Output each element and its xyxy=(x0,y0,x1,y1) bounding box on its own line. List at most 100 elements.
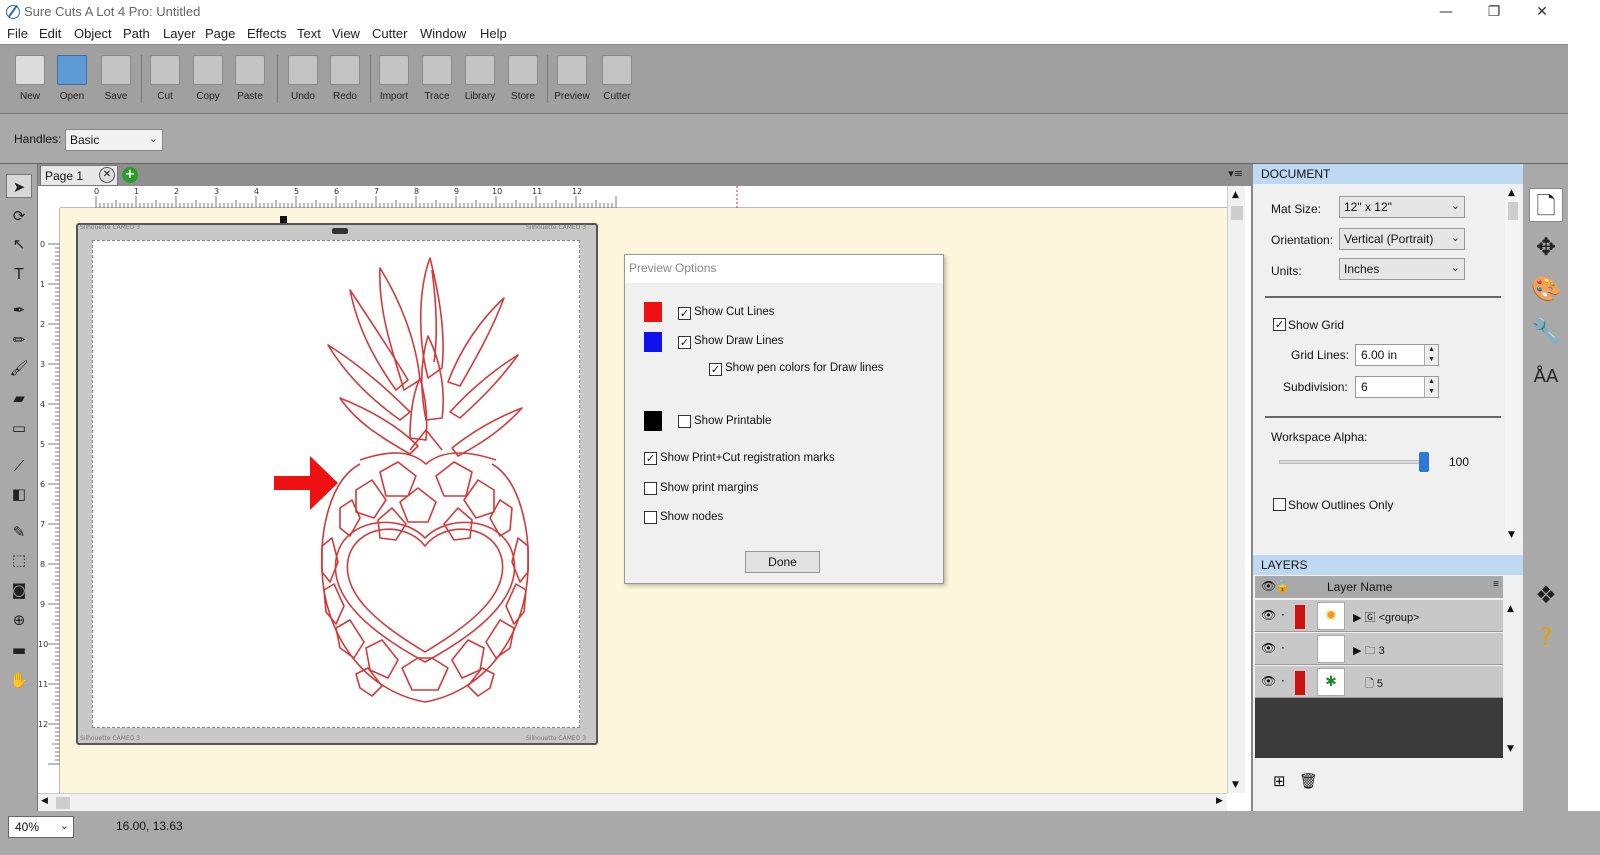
close-button[interactable]: ✕ xyxy=(1532,3,1552,21)
menu-edit[interactable]: Edit xyxy=(39,26,61,41)
vertical-scrollbar[interactable]: ▲ ▼ xyxy=(1227,186,1245,793)
pencil-tool-icon[interactable]: ✏ xyxy=(6,328,32,352)
scroll-thumb[interactable] xyxy=(1508,202,1518,220)
add-page-icon[interactable]: + xyxy=(122,167,138,183)
save-button[interactable]: Save xyxy=(95,51,137,109)
show-printable-checkbox[interactable] xyxy=(678,415,691,428)
eye-icon[interactable]: 👁 xyxy=(1261,641,1276,655)
layers-scroll-down-icon[interactable]: ▼ xyxy=(1507,744,1514,754)
subdivision-stepper[interactable]: ▲ ▼ xyxy=(1424,377,1438,397)
menu-effects[interactable]: Effects xyxy=(247,26,287,41)
copy-button[interactable]: Copy xyxy=(187,51,229,109)
eye-icon[interactable]: 👁 xyxy=(1261,608,1276,622)
document-panel-icon[interactable]: 🗋 xyxy=(1529,188,1563,222)
lock-toggle-icon[interactable]: · xyxy=(1281,641,1285,655)
show-print-margins-checkbox[interactable] xyxy=(644,482,657,495)
menu-path[interactable]: Path xyxy=(123,26,150,41)
mat-size-select[interactable]: 12" x 12" ⌄ xyxy=(1339,196,1465,218)
lock-toggle-icon[interactable]: · xyxy=(1281,608,1285,622)
node-select-icon[interactable]: ↖ xyxy=(6,232,32,256)
scroll-right-icon[interactable]: ▶ xyxy=(1216,796,1223,806)
add-layer-icon[interactable]: ⊞ xyxy=(1273,772,1286,790)
grid-lines-input[interactable]: 6.00 in ▲ ▼ xyxy=(1355,344,1439,366)
hand-tool-icon[interactable]: ✋ xyxy=(6,668,32,692)
cutter-button[interactable]: Cutter xyxy=(596,51,638,109)
horizontal-scrollbar[interactable]: ◀ ▶ xyxy=(38,793,1227,811)
move-panel-icon[interactable]: ✥ xyxy=(1529,230,1563,264)
layer-color-swatch[interactable] xyxy=(1295,671,1305,695)
wrench-panel-icon[interactable]: 🔧 xyxy=(1529,314,1563,348)
subdivision-input[interactable]: 6 ▲ ▼ xyxy=(1355,376,1439,398)
layers-panel-icon[interactable]: ❖ xyxy=(1529,578,1563,612)
scroll-up-icon[interactable]: ▲ xyxy=(1508,188,1515,198)
document-panel-scrollbar[interactable]: ▲ ▼ xyxy=(1505,188,1521,542)
page-menu-icon[interactable]: ▾≡ xyxy=(1228,167,1243,180)
layers-empty-area[interactable] xyxy=(1255,698,1503,758)
menu-file[interactable]: File xyxy=(7,26,28,41)
text-tool-icon[interactable]: T xyxy=(6,262,32,286)
expand-arrow-icon[interactable]: ▶ xyxy=(1353,645,1365,657)
menu-layer[interactable]: Layer xyxy=(163,26,196,41)
weld-tool-icon[interactable]: ◙ xyxy=(6,578,32,602)
eyedropper-icon[interactable]: ⟋ xyxy=(6,454,32,478)
trace-button[interactable]: Trace xyxy=(416,51,458,109)
close-page-icon[interactable]: ✕ xyxy=(99,167,115,183)
knife-tool-icon[interactable]: ✎ xyxy=(6,520,32,544)
show-registration-marks-checkbox[interactable]: ✓ xyxy=(644,452,657,465)
show-nodes-checkbox[interactable] xyxy=(644,511,657,524)
brush-tool-icon[interactable]: 🖌 xyxy=(6,356,32,380)
scroll-thumb[interactable] xyxy=(56,797,70,809)
show-outlines-checkbox[interactable] xyxy=(1273,498,1286,511)
scroll-left-icon[interactable]: ◀ xyxy=(41,796,48,806)
lock-toggle-icon[interactable]: · xyxy=(1281,674,1285,688)
alpha-slider-track[interactable] xyxy=(1279,460,1427,464)
library-button[interactable]: Library xyxy=(459,51,501,109)
eye-icon[interactable]: 👁 xyxy=(1261,674,1276,688)
show-draw-lines-checkbox[interactable]: ✓ xyxy=(678,336,691,349)
paste-button[interactable]: Paste xyxy=(229,51,271,109)
done-button[interactable]: Done xyxy=(745,551,820,573)
rectangle-tool-icon[interactable]: ▭ xyxy=(6,416,32,440)
store-button[interactable]: Store xyxy=(502,51,544,109)
layer-row[interactable]: 👁 · ▶ 🗀 3 xyxy=(1255,633,1503,665)
layers-scroll-up-icon[interactable]: ▲ xyxy=(1507,604,1514,614)
transform-tool-icon[interactable]: ⬚ xyxy=(6,548,32,572)
layers-menu-icon[interactable]: ≡ xyxy=(1493,579,1499,590)
gradient-tool-icon[interactable]: ◧ xyxy=(6,482,32,506)
ruler-tool-icon[interactable]: ▬ xyxy=(6,638,32,662)
delete-layer-icon[interactable]: 🗑 xyxy=(1299,772,1318,790)
handles-select[interactable]: Basic ⌄ xyxy=(65,129,163,151)
orientation-select[interactable]: Vertical (Portrait) ⌄ xyxy=(1339,228,1465,250)
preview-button[interactable]: Preview xyxy=(551,51,593,109)
redo-button[interactable]: Redo xyxy=(324,51,366,109)
pen-tool-icon[interactable]: ✒ xyxy=(6,298,32,322)
import-button[interactable]: Import xyxy=(373,51,415,109)
menu-help[interactable]: Help xyxy=(480,26,507,41)
undo-button[interactable]: Undo xyxy=(282,51,324,109)
scroll-up-icon[interactable]: ▲ xyxy=(1232,190,1239,200)
menu-cutter[interactable]: Cutter xyxy=(372,26,407,41)
layer-color-swatch[interactable] xyxy=(1295,605,1305,629)
help-icon[interactable]: ? xyxy=(1529,620,1563,654)
zoom-tool-icon[interactable]: ⊕ xyxy=(6,608,32,632)
maximize-button[interactable]: ❐ xyxy=(1484,3,1504,21)
cut-button[interactable]: Cut xyxy=(144,51,186,109)
mat-handle[interactable] xyxy=(280,216,287,223)
menu-window[interactable]: Window xyxy=(420,26,466,41)
scroll-down-icon[interactable]: ▼ xyxy=(1232,780,1239,790)
grid-lines-stepper[interactable]: ▲ ▼ xyxy=(1424,345,1438,365)
layer-row[interactable]: 👁 · ✹ ▶ 🄶 <group> xyxy=(1255,600,1503,632)
expand-arrow-icon[interactable]: ▶ xyxy=(1353,612,1365,624)
eraser-tool-icon[interactable]: ▰ xyxy=(6,386,32,410)
menu-page[interactable]: Page xyxy=(205,26,235,41)
menu-text[interactable]: Text xyxy=(297,26,321,41)
lasso-select-icon[interactable]: ⟳ xyxy=(6,204,32,228)
scroll-thumb[interactable] xyxy=(1231,206,1243,220)
layer-row[interactable]: 👁 · ✱ 🗋 5 xyxy=(1255,666,1503,698)
open-button[interactable]: Open xyxy=(51,51,93,109)
scroll-down-icon[interactable]: ▼ xyxy=(1508,530,1515,540)
units-select[interactable]: Inches ⌄ xyxy=(1339,258,1465,280)
menu-object[interactable]: Object xyxy=(74,26,112,41)
select-arrow-icon[interactable]: ➤ xyxy=(6,174,32,198)
zoom-select[interactable]: 40% ⌄ xyxy=(8,816,74,838)
